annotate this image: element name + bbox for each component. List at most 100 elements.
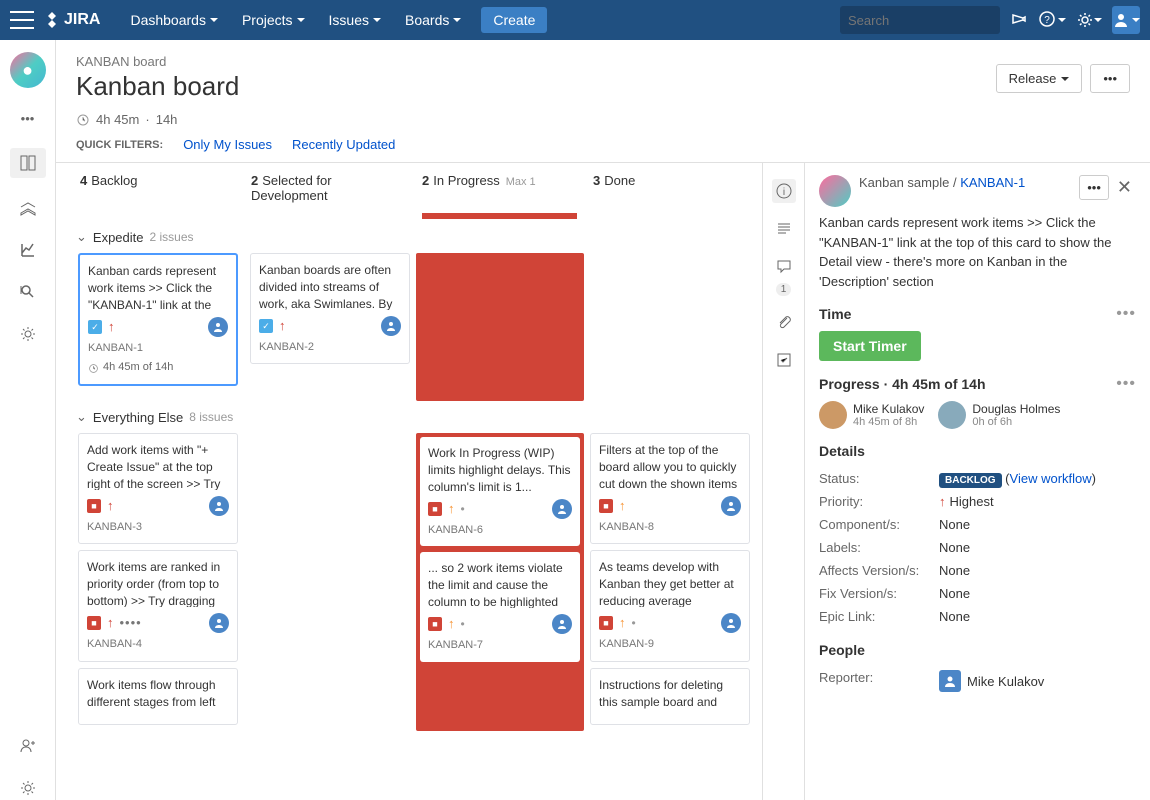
assignee-avatar[interactable] (721, 496, 741, 516)
card-key[interactable]: KANBAN-2 (259, 340, 401, 355)
detail-issue-key[interactable]: KANBAN-1 (960, 175, 1025, 190)
assignee-avatar[interactable] (721, 613, 741, 633)
user-avatar[interactable] (1112, 6, 1140, 34)
col-selected-header[interactable]: 2Selected for Development (243, 173, 414, 203)
issue-type-story-icon: ■ (599, 616, 613, 630)
card-kanban-1[interactable]: Kanban cards represent work items >> Cli… (78, 253, 238, 386)
detail-subtasks-icon[interactable] (772, 348, 796, 372)
card-key[interactable]: KANBAN-6 (428, 523, 572, 538)
priority-highest-icon: ↑ (107, 614, 114, 632)
create-button[interactable]: Create (481, 7, 547, 33)
priority-value[interactable]: Highest (950, 494, 994, 509)
fix-value[interactable]: None (939, 586, 1136, 601)
release-button[interactable]: Release (996, 64, 1083, 93)
menu-icon[interactable] (10, 11, 34, 29)
assignee-avatar[interactable] (209, 613, 229, 633)
filter-label: QUICK FILTERS: (76, 139, 163, 151)
jira-logo[interactable]: JIRA (44, 11, 100, 29)
detail-description-icon[interactable] (772, 217, 796, 241)
card-kanban-6[interactable]: Work In Progress (WIP) limits highlight … (420, 437, 580, 546)
add-people-icon[interactable] (16, 734, 40, 758)
detail-project-avatar[interactable] (819, 175, 851, 207)
nav-issues[interactable]: Issues (319, 7, 391, 33)
project-settings-icon[interactable] (16, 776, 40, 800)
detail-more-button[interactable]: ••• (1079, 175, 1109, 200)
person-name: Mike Kulakov (853, 402, 924, 416)
labels-value[interactable]: None (939, 540, 1136, 555)
assignee-avatar[interactable] (209, 496, 229, 516)
start-timer-button[interactable]: Start Timer (819, 331, 921, 361)
swimlane-everything[interactable]: ⌄ Everything Else 8 issues (72, 401, 756, 433)
card-kanban-2[interactable]: Kanban boards are often divided into str… (250, 253, 410, 364)
detail-attachments-icon[interactable] (772, 310, 796, 334)
priority-medium-icon: ↑ (619, 497, 626, 515)
field-components-label: Component/s: (819, 517, 939, 532)
priority-highest-icon: ↑ (108, 318, 115, 336)
card-kanban-8[interactable]: Filters at the top of the board allow yo… (590, 433, 750, 544)
nav-projects[interactable]: Projects (232, 7, 315, 33)
card-kanban-4[interactable]: Work items are ranked in priority order … (78, 550, 238, 661)
card-key[interactable]: KANBAN-1 (88, 341, 228, 356)
col-done-header[interactable]: 3Done (585, 173, 756, 203)
card-key[interactable]: KANBAN-9 (599, 637, 741, 652)
help-icon[interactable]: ? (1038, 10, 1066, 30)
card-kanban-7[interactable]: ... so 2 work items violate the limit an… (420, 552, 580, 661)
components-value[interactable]: None (939, 517, 1136, 532)
nav-dashboards[interactable]: Dashboards (120, 7, 228, 33)
assignee-avatar[interactable] (208, 317, 228, 337)
assignee-avatar[interactable] (552, 614, 572, 634)
search-rail-icon[interactable] (16, 280, 40, 304)
swimlane-expedite[interactable]: ⌄ Expedite 2 issues (72, 221, 756, 253)
board-icon[interactable] (10, 148, 46, 178)
time-tracking-row: 4h 45m · 14h (76, 112, 1130, 127)
card-kanban-5[interactable]: Work items flow through different stages… (78, 668, 238, 726)
board-header: KANBAN board Kanban board Release ••• 4h… (56, 40, 1150, 163)
col-backlog-header[interactable]: 4Backlog (72, 173, 243, 203)
feedback-icon[interactable] (1010, 11, 1028, 29)
settings-icon[interactable] (1076, 11, 1102, 29)
caret-down-icon (1058, 18, 1066, 22)
assignee-avatar[interactable] (552, 499, 572, 519)
section-menu-icon[interactable]: ••• (1116, 375, 1136, 393)
nav-boards[interactable]: Boards (395, 7, 471, 33)
card-kanban-3[interactable]: Add work items with "+ Create Issue" at … (78, 433, 238, 544)
card-key[interactable]: KANBAN-4 (87, 637, 229, 652)
board-menu-button[interactable]: ••• (1090, 64, 1130, 93)
close-icon[interactable]: ✕ (1113, 175, 1136, 200)
search-input[interactable] (848, 13, 1024, 28)
detail-comments-icon[interactable] (772, 255, 796, 279)
issue-type-story-icon: ■ (428, 617, 442, 631)
reporter-name[interactable]: Mike Kulakov (967, 674, 1044, 689)
filter-only-my-issues[interactable]: Only My Issues (183, 137, 272, 152)
epic-value[interactable]: None (939, 609, 1136, 624)
backlog-icon[interactable] (16, 196, 40, 220)
chevron-down-icon: ⌄ (76, 229, 87, 245)
reports-icon[interactable] (16, 238, 40, 262)
card-key[interactable]: KANBAN-8 (599, 520, 741, 535)
search-box[interactable] (840, 6, 1000, 34)
caret-down-icon (453, 18, 461, 22)
progress-person-1[interactable]: Mike Kulakov4h 45m of 8h (819, 401, 924, 429)
assignee-avatar[interactable] (381, 316, 401, 336)
progress-person-2[interactable]: Douglas Holmes0h of 6h (938, 401, 1060, 429)
detail-project-name[interactable]: Kanban sample (859, 175, 949, 190)
filter-recently-updated[interactable]: Recently Updated (292, 137, 395, 152)
wip-column-everything[interactable]: Work In Progress (WIP) limits highlight … (416, 433, 584, 731)
status-badge[interactable]: BACKLOG (939, 473, 1002, 488)
section-menu-icon[interactable]: ••• (1116, 305, 1136, 323)
detail-info-icon[interactable]: i (772, 179, 796, 203)
project-avatar[interactable] (10, 52, 46, 88)
card-kanban-9[interactable]: As teams develop with Kanban they get be… (590, 550, 750, 661)
components-icon[interactable] (16, 322, 40, 346)
more-icon[interactable]: ••• (16, 106, 40, 130)
wip-column-expedite[interactable] (416, 253, 584, 401)
card-key[interactable]: KANBAN-3 (87, 520, 229, 535)
expedite-row: Kanban cards represent work items >> Cli… (72, 253, 756, 401)
affects-value[interactable]: None (939, 563, 1136, 578)
view-workflow-link[interactable]: View workflow (1010, 471, 1092, 486)
card-summary: As teams develop with Kanban they get be… (599, 559, 741, 607)
card-key[interactable]: KANBAN-7 (428, 638, 572, 653)
col-inprogress-header[interactable]: 2In ProgressMax 1 (414, 173, 585, 203)
breadcrumb[interactable]: KANBAN board (76, 54, 1130, 69)
card-kanban-10[interactable]: Instructions for deleting this sample bo… (590, 668, 750, 726)
